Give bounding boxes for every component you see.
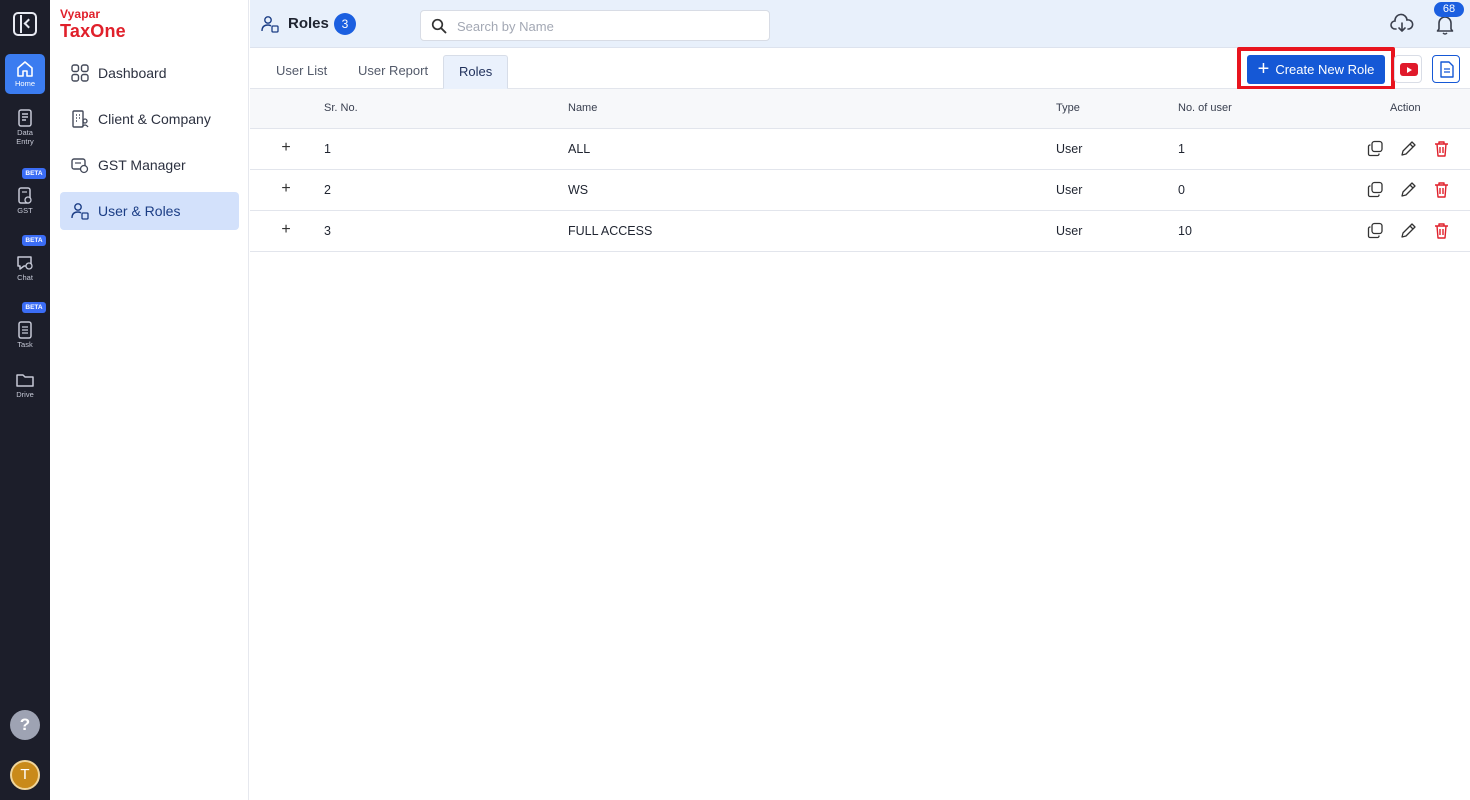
create-new-role-label: Create New Role [1275,62,1375,77]
rail-item-chat[interactable]: Chat [5,251,45,291]
sidebar-item-label: Dashboard [98,65,167,81]
beta-badge-gst: BETA [22,168,46,179]
beta-badge-task: BETA [22,302,46,313]
top-header: Roles 3 68 [250,0,1470,48]
delete-icon[interactable] [1433,222,1450,239]
user-roles-icon [261,16,279,33]
gst-icon [18,187,32,204]
edit-icon[interactable] [1400,140,1417,157]
document-help-button[interactable] [1432,55,1460,83]
task-icon [18,321,32,339]
sidebar-item-gst-manager[interactable]: GST Manager [60,146,239,184]
column-header-no-of-user: No. of user [1178,102,1232,114]
edit-icon[interactable] [1400,222,1417,239]
dashboard-icon [71,64,89,82]
app-rail: Home Data Entry BETA GST BETA Chat BETA … [0,0,50,800]
plus-icon: + [1257,57,1270,80]
sidebar-item-label: User & Roles [98,203,181,219]
expand-row-icon[interactable]: + [278,140,294,157]
cell-no-of-user: 0 [1178,183,1185,197]
cell-no-of-user: 10 [1178,224,1192,238]
cell-type: User [1056,224,1083,238]
cell-type: User [1056,183,1083,197]
create-new-role-button[interactable]: + Create New Role [1247,55,1385,84]
table-row: + 1 ALL User 1 [250,129,1470,170]
cell-name: WS [568,183,589,197]
sidebar: Vyapar TaxOne Dashboard Client & Company… [50,0,249,800]
column-header-action: Action [1390,102,1421,114]
brand-taxone: TaxOne [60,21,126,41]
rail-item-drive[interactable]: Drive [5,368,45,408]
cell-sr-no: 3 [324,224,331,238]
rail-label-drive: Drive [16,390,34,399]
cell-type: User [1056,142,1083,156]
sidebar-item-label: Client & Company [98,111,211,127]
page-title: Roles [288,15,329,32]
search-input[interactable] [457,17,757,35]
cell-name: ALL [568,142,591,156]
search-icon [431,18,447,34]
sidebar-item-user-roles[interactable]: User & Roles [60,192,239,230]
chat-icon [17,256,33,270]
data-entry-icon [18,109,32,127]
user-avatar[interactable]: T [10,760,40,790]
cell-no-of-user: 1 [1178,142,1185,156]
rail-label-task: Task [17,340,33,349]
cloud-download-icon[interactable] [1390,12,1414,36]
delete-icon[interactable] [1433,140,1450,157]
rail-label-home: Home [14,79,35,88]
drive-icon [16,374,34,387]
copy-icon[interactable] [1367,181,1384,198]
column-header-sr-no: Sr. No. [324,102,358,114]
rail-item-task[interactable]: Task [5,318,45,358]
search-box[interactable] [420,10,770,41]
table-row: + 2 WS User 0 [250,170,1470,211]
document-icon [1440,61,1454,78]
tab-user-list[interactable]: User List [261,55,342,89]
notification-count-badge: 68 [1434,2,1464,17]
tab-user-report[interactable]: User Report [343,55,443,89]
collapse-sidebar-icon[interactable] [13,12,37,36]
rail-label-gst: GST [17,206,33,215]
roles-count-badge: 3 [334,13,356,35]
cell-name: FULL ACCESS [568,224,653,238]
rail-item-home[interactable]: Home [5,54,45,94]
rail-label-chat: Chat [17,273,33,282]
column-header-name: Name [568,102,598,114]
client-company-icon [72,110,89,128]
delete-icon[interactable] [1433,181,1450,198]
youtube-tutorial-button[interactable] [1394,55,1422,83]
user-roles-icon [71,203,89,220]
sidebar-item-label: GST Manager [98,157,186,173]
rail-label-data: Data [17,128,33,137]
copy-icon[interactable] [1367,222,1384,239]
home-icon [17,61,33,77]
youtube-icon [1400,63,1418,76]
cell-sr-no: 2 [324,183,331,197]
help-button[interactable]: ? [10,710,40,740]
roles-table: Sr. No. Name Type No. of user Action + 1… [250,89,1470,252]
expand-row-icon[interactable]: + [278,181,294,198]
brand-vyapar: Vyapar [60,7,101,21]
table-row: + 3 FULL ACCESS User 10 [250,211,1470,252]
gst-manager-icon [71,158,89,174]
table-header: Sr. No. Name Type No. of user Action [250,89,1470,129]
rail-item-gst[interactable]: GST [5,184,45,224]
expand-row-icon[interactable]: + [278,222,294,239]
rail-item-data-entry[interactable]: Data Entry [5,106,45,146]
column-header-type: Type [1056,102,1080,114]
tab-roles[interactable]: Roles [443,55,509,89]
sidebar-item-dashboard[interactable]: Dashboard [60,54,239,92]
edit-icon[interactable] [1400,181,1417,198]
copy-icon[interactable] [1367,140,1384,157]
rail-label-entry: Entry [16,137,34,146]
cell-sr-no: 1 [324,142,331,156]
beta-badge-chat: BETA [22,235,46,246]
sidebar-item-client-company[interactable]: Client & Company [60,100,239,138]
